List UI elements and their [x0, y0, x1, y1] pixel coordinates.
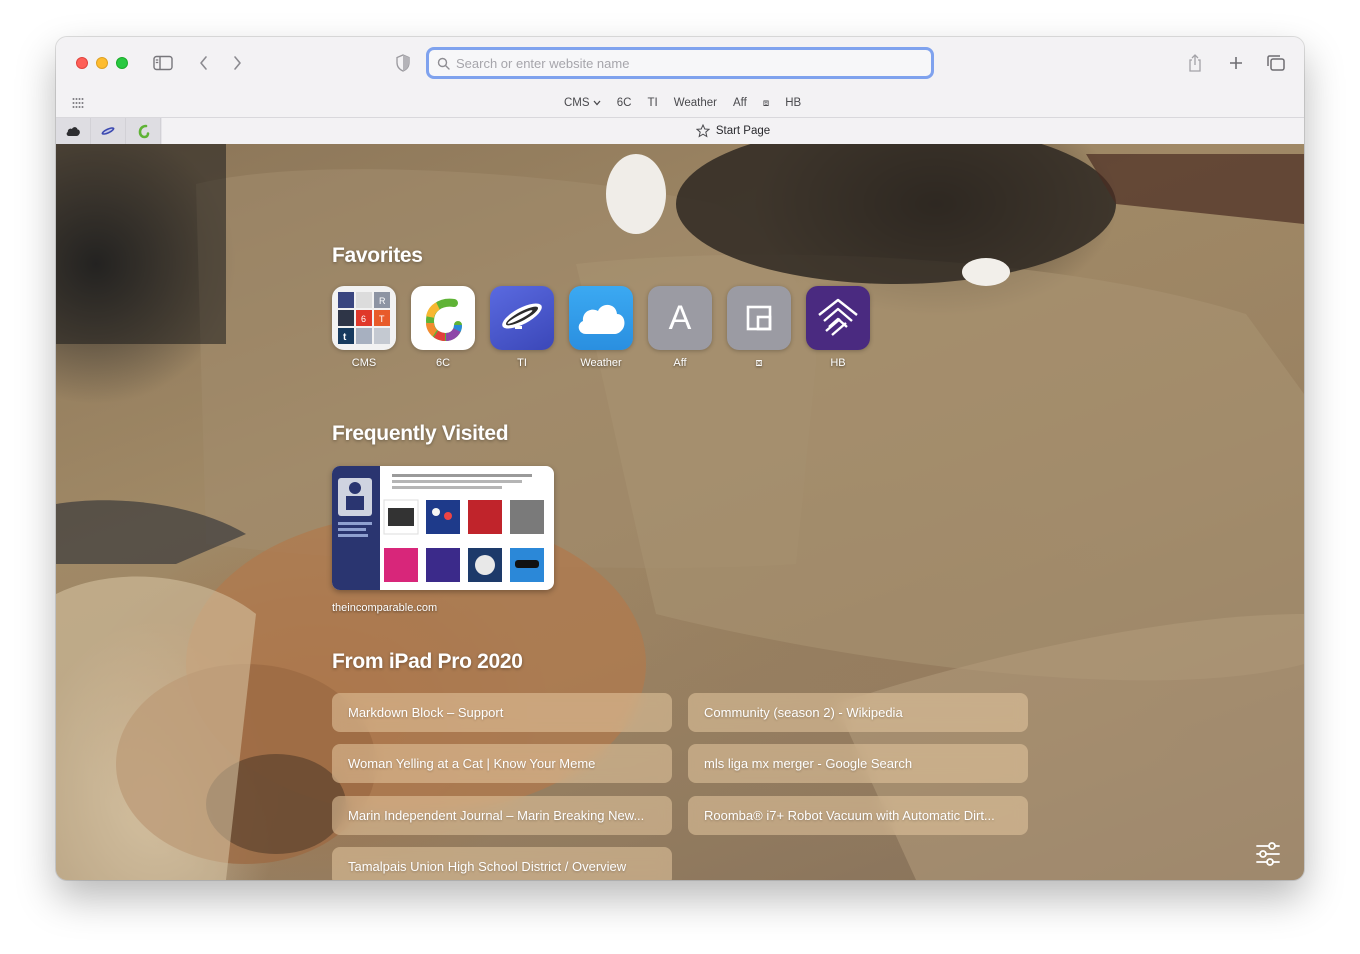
zoom-window-button[interactable] — [116, 57, 128, 69]
frequently-visited-thumbnail[interactable] — [332, 466, 554, 590]
blimp-icon — [490, 286, 554, 350]
share-icon[interactable] — [1183, 51, 1207, 75]
close-window-button[interactable] — [76, 57, 88, 69]
pinned-tab-blimp[interactable] — [91, 118, 126, 144]
pinned-tab-six-colors[interactable] — [126, 118, 161, 144]
six-colors-icon — [138, 124, 150, 139]
background-photo — [56, 144, 1304, 880]
tab-bar: Start Page — [56, 117, 1304, 144]
grid-icon[interactable] — [72, 97, 84, 109]
icloud-tab-card[interactable]: Tamalpais Union High School District / O… — [332, 847, 672, 880]
svg-text:6: 6 — [361, 314, 366, 324]
favorite-label: ⧈ — [755, 357, 763, 369]
cms-grid-icon: R 6 T t — [332, 286, 396, 350]
favorite-label: 6C — [435, 357, 451, 369]
favorites-bar: CMS 6C TI Weather Aff ⧈ HB — [56, 89, 1304, 117]
minimize-window-button[interactable] — [96, 57, 108, 69]
icloud-tab-card[interactable]: Marin Independent Journal – Marin Breaki… — [332, 796, 672, 835]
icloud-tabs-title: From iPad Pro 2020 — [332, 650, 523, 673]
address-bar[interactable]: Search or enter website name — [426, 47, 934, 79]
cloud-icon — [66, 127, 80, 136]
favorite-cms[interactable]: R 6 T t CMS — [332, 286, 396, 369]
square-icon — [727, 286, 791, 350]
svg-text:R: R — [379, 296, 386, 306]
favorite-hb[interactable]: HB — [806, 286, 870, 369]
icloud-tab-card[interactable]: Markdown Block – Support — [332, 693, 672, 732]
favbar-item-ti[interactable]: TI — [647, 97, 657, 109]
sidebar-toggle-icon[interactable] — [151, 51, 175, 75]
tab-overview-icon[interactable] — [1264, 51, 1288, 75]
favbar-item-hb[interactable]: HB — [785, 97, 801, 109]
svg-text:T: T — [379, 314, 385, 324]
six-colors-icon — [411, 286, 475, 350]
customize-start-page-icon[interactable] — [1254, 840, 1282, 868]
favbar-item-square[interactable]: ⧈ — [763, 98, 769, 109]
favbar-item-cms[interactable]: CMS — [564, 97, 601, 109]
favorite-weather[interactable]: Weather — [569, 286, 633, 369]
privacy-shield-icon[interactable] — [391, 51, 415, 75]
star-icon — [695, 124, 710, 138]
favbar-item-6c[interactable]: 6C — [617, 97, 632, 109]
favorites-title: Favorites — [332, 244, 423, 267]
favorite-label: Weather — [580, 357, 622, 369]
chevron-down-icon — [593, 100, 601, 106]
favbar-item-weather[interactable]: Weather — [674, 97, 717, 109]
icloud-tab-card[interactable]: mls liga mx merger - Google Search — [688, 744, 1028, 783]
homebridge-icon — [806, 286, 870, 350]
safari-window: Search or enter website name CMS 6C TI W… — [56, 37, 1304, 880]
letter-a-icon: A — [648, 286, 712, 350]
new-tab-plus-icon[interactable] — [1224, 51, 1248, 75]
toolbar: Search or enter website name — [56, 37, 1304, 89]
icloud-tab-card[interactable]: Community (season 2) - Wikipedia — [688, 693, 1028, 732]
favorite-aff[interactable]: A Aff — [648, 286, 712, 369]
pinned-tab-cloud[interactable] — [56, 118, 91, 144]
favorite-6c[interactable]: 6C — [411, 286, 475, 369]
tab-start-page[interactable]: Start Page — [162, 118, 1304, 144]
favorite-label: CMS — [351, 357, 377, 369]
favorite-label: HB — [830, 357, 846, 369]
search-icon — [437, 57, 450, 70]
favorite-ti[interactable]: TI — [490, 286, 554, 369]
blimp-icon — [101, 127, 115, 135]
tab-title: Start Page — [715, 125, 771, 137]
back-icon[interactable] — [192, 51, 216, 75]
forward-icon[interactable] — [225, 51, 249, 75]
icloud-tab-card[interactable]: Roomba® i7+ Robot Vacuum with Automatic … — [688, 796, 1028, 835]
svg-text:A: A — [669, 299, 692, 337]
favorite-square[interactable]: ⧈ — [727, 286, 791, 370]
frequently-visited-label: theincomparable.com — [332, 602, 438, 614]
favbar-item-aff[interactable]: Aff — [733, 97, 747, 109]
frequently-visited-title: Frequently Visited — [332, 422, 509, 445]
favorite-label: TI — [517, 357, 527, 369]
address-placeholder: Search or enter website name — [456, 55, 630, 71]
start-page: Favorites R 6 T t CMS 6C TI Weather A Af… — [56, 144, 1304, 880]
favorite-label: Aff — [673, 357, 687, 369]
icloud-tab-card[interactable]: Woman Yelling at a Cat | Know Your Meme — [332, 744, 672, 783]
cloud-icon — [569, 286, 633, 350]
